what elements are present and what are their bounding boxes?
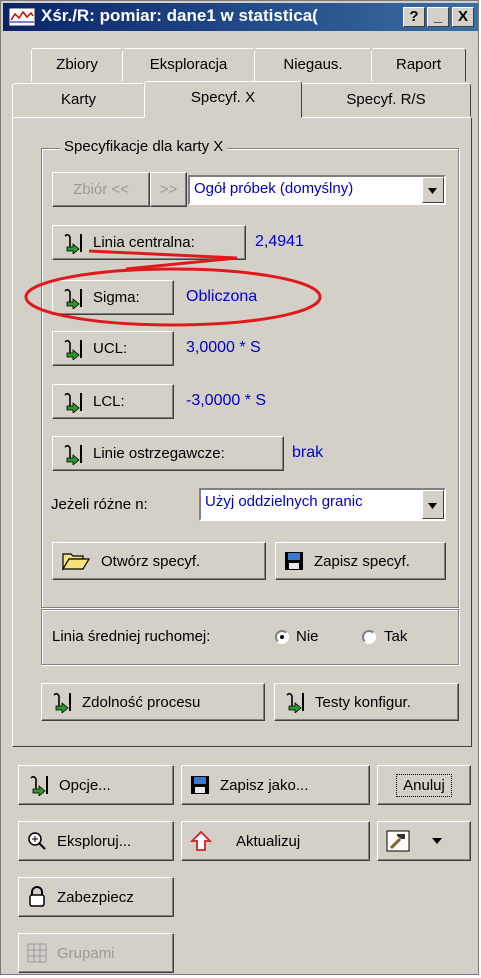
warning-lines-value: brak bbox=[292, 444, 324, 461]
magnifier-icon bbox=[28, 832, 46, 850]
lcl-value: -3,0000 * S bbox=[186, 392, 267, 409]
lcl-button[interactable]: LCL: bbox=[52, 384, 174, 419]
help-button[interactable]: ? bbox=[403, 7, 425, 27]
up-arrow-icon bbox=[190, 830, 212, 851]
ucl-label: UCL: bbox=[93, 340, 128, 357]
sigma-button[interactable]: Sigma: bbox=[52, 280, 174, 315]
spec-group-legend: Specyfikacje dla karty X bbox=[60, 138, 228, 155]
tab-niegaus[interactable]: Niegaus. bbox=[254, 48, 372, 82]
moving-average-no-radio[interactable] bbox=[275, 630, 289, 644]
process-capability-label: Zdolność procesu bbox=[82, 693, 201, 711]
pick-arrow-icon bbox=[64, 339, 82, 360]
spec-group bbox=[41, 148, 459, 608]
dialog-window: Xśr./R: pomiar: dane1 w statistica( ? _ … bbox=[0, 0, 479, 975]
ucl-value: 3,0000 * S bbox=[186, 339, 261, 356]
zbior-back-label: Zbiór << bbox=[73, 181, 129, 198]
pick-arrow-icon bbox=[64, 288, 82, 309]
chevron-down-icon bbox=[432, 838, 442, 844]
open-spec-button[interactable]: Otwórz specyf. bbox=[52, 542, 266, 580]
moving-average-label: Linia średniej ruchomej: bbox=[52, 628, 211, 645]
update-button[interactable]: Aktualizuj bbox=[181, 821, 370, 861]
title-bar[interactable]: Xśr./R: pomiar: dane1 w statistica( ? _ … bbox=[3, 3, 478, 31]
tab-panel: Specyfikacje dla karty X Zbiór << >> Ogó… bbox=[12, 117, 472, 747]
pick-arrow-icon bbox=[64, 392, 82, 413]
tab-eksploracja[interactable]: Eksploracja bbox=[122, 48, 255, 82]
explore-label: Eksploruj... bbox=[57, 832, 132, 850]
moving-average-yes-radio[interactable] bbox=[362, 630, 376, 644]
zbior-back-button[interactable]: Zbiór << bbox=[52, 172, 150, 207]
dropdown-arrow-icon[interactable] bbox=[422, 177, 444, 203]
app-icon bbox=[9, 8, 35, 26]
ucl-button[interactable]: UCL: bbox=[52, 331, 174, 366]
pick-arrow-icon bbox=[64, 233, 82, 254]
open-spec-label: Otwórz specyf. bbox=[101, 552, 201, 570]
warning-lines-button[interactable]: Linie ostrzegawcze: bbox=[52, 436, 284, 471]
tab-zbiory[interactable]: Zbiory bbox=[31, 48, 123, 82]
process-capability-button[interactable]: Zdolność procesu bbox=[41, 683, 265, 721]
different-n-value: Użyj oddzielnych granic bbox=[205, 493, 363, 510]
zbior-next-button[interactable]: >> bbox=[150, 172, 187, 207]
save-spec-label: Zapisz specyf. bbox=[314, 552, 410, 570]
floppy-disk-icon bbox=[191, 776, 209, 794]
config-tests-button[interactable]: Testy konfigur. bbox=[274, 683, 459, 721]
tab-specyf-x[interactable]: Specyf. X bbox=[144, 81, 302, 118]
save-spec-button[interactable]: Zapisz specyf. bbox=[275, 542, 446, 580]
center-line-label: Linia centralna: bbox=[93, 234, 195, 251]
groups-label: Grupami bbox=[57, 944, 115, 962]
options-label: Opcje... bbox=[59, 776, 111, 794]
pick-arrow-icon bbox=[53, 692, 71, 713]
update-label: Aktualizuj bbox=[236, 832, 301, 850]
sample-select[interactable]: Ogół próbek (domyślny) bbox=[188, 175, 446, 205]
save-as-label: Zapisz jako... bbox=[220, 776, 309, 794]
groups-button[interactable]: Grupami bbox=[18, 933, 174, 973]
pick-arrow-icon bbox=[286, 692, 304, 713]
pick-arrow-icon bbox=[64, 444, 82, 465]
window-title: Xśr./R: pomiar: dane1 w statistica( bbox=[41, 6, 318, 25]
tab-raport[interactable]: Raport bbox=[371, 48, 466, 82]
center-line-button[interactable]: Linia centralna: bbox=[52, 225, 246, 260]
warning-lines-label: Linie ostrzegawcze: bbox=[93, 445, 225, 462]
center-line-value: 2,4941 bbox=[255, 233, 304, 250]
pick-arrow-icon bbox=[30, 775, 48, 796]
sigma-value: Obliczona bbox=[186, 288, 258, 305]
protect-label: Zabezpiecz bbox=[57, 888, 134, 906]
tab-specyf-rs[interactable]: Specyf. R/S bbox=[301, 83, 471, 117]
floppy-disk-icon bbox=[285, 552, 303, 570]
sigma-label: Sigma: bbox=[93, 289, 140, 306]
open-folder-icon bbox=[61, 553, 91, 572]
explore-button[interactable]: Eksploruj... bbox=[18, 821, 174, 861]
dropdown-arrow-icon[interactable] bbox=[422, 490, 444, 519]
save-as-button[interactable]: Zapisz jako... bbox=[181, 765, 370, 805]
lcl-label: LCL: bbox=[93, 393, 125, 410]
moving-average-yes-label[interactable]: Tak bbox=[384, 628, 407, 645]
grid-icon bbox=[27, 943, 47, 963]
tab-karty[interactable]: Karty bbox=[12, 83, 145, 117]
options-button[interactable]: Opcje... bbox=[18, 765, 174, 805]
moving-average-no-label[interactable]: Nie bbox=[296, 628, 319, 645]
config-tests-label: Testy konfigur. bbox=[315, 693, 411, 711]
minimize-button[interactable]: _ bbox=[427, 7, 449, 27]
tools-dropdown-button[interactable] bbox=[377, 821, 471, 861]
cancel-label: Anuluj bbox=[396, 773, 452, 797]
close-button[interactable]: X bbox=[452, 7, 474, 27]
protect-button[interactable]: Zabezpiecz bbox=[18, 877, 174, 917]
different-n-label: Jeżeli różne n: bbox=[51, 496, 148, 513]
zbior-next-label: >> bbox=[159, 181, 178, 198]
cancel-button[interactable]: Anuluj bbox=[377, 765, 471, 805]
lock-icon bbox=[29, 886, 45, 907]
sample-select-value: Ogół próbek (domyślny) bbox=[194, 180, 354, 197]
different-n-select[interactable]: Użyj oddzielnych granic bbox=[199, 488, 446, 521]
hammer-icon bbox=[386, 830, 410, 852]
